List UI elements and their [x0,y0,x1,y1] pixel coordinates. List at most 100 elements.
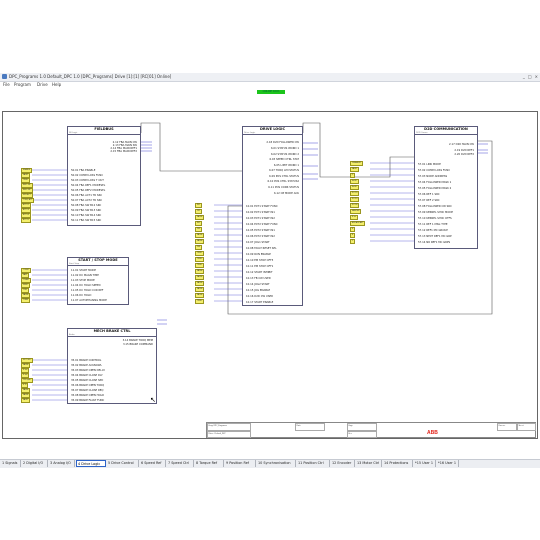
tab-user-16[interactable]: *16 User 1 [437,460,459,467]
fieldbus-input[interactable]: 50.02 COMM LOSS FUNC [71,174,103,177]
param-value-label[interactable]: FALSE [21,388,31,393]
drive-logic-input[interactable]: 10.04 EXT2 START FUNC [246,223,278,226]
drive-logic-output[interactable]: 6.11 POS CORR STATUS [268,186,299,189]
drive-logic-input[interactable]: 10.15 JOG ENABLE [246,289,270,292]
drive-logic-output[interactable]: 6.02 STATUS WORD 2 [271,153,299,156]
drive-logic-output[interactable]: 6.03 SPEED CTRL STAT [269,158,299,161]
d2d-input[interactable]: 57.14 NR REF1 MC GRPS [418,241,450,244]
drive-logic-input[interactable]: 10.14 JOG2 START [246,283,270,286]
param-value-label[interactable]: 1 [350,173,356,178]
tab-synchronisation[interactable]: 10 Synchronisation [257,460,296,467]
param-value-label[interactable]: 0x00 [350,179,359,184]
drive-logic-block[interactable]: DRIVE LOGIC Drive Logic 2.18 D2D FOLLOWE… [242,126,303,306]
param-value-label[interactable]: TRUE [195,263,204,268]
tab-motor-ctrl[interactable]: 13 Motor Ctrl [356,460,382,467]
param-value-label[interactable]: ENABLE [21,168,33,173]
param-value-label[interactable]: FALSE [21,393,31,398]
param-value-label[interactable]: BIT 15 [21,218,31,223]
drive-logic-output[interactable]: 6.10 POS CTRL STATUS2 [267,180,299,183]
mech-brake-input[interactable]: 35.05 BRAKE CLOSE SPD [71,379,103,382]
drive-logic-output[interactable]: 6.07 TORQ LIM STATUS [269,169,299,172]
d2d-input[interactable]: 57.05 FOLLOWER MASK 2 [418,187,451,190]
drive-logic-input[interactable]: 10.02 EXT1 START IN1 [246,211,275,214]
tab-position-ctrl[interactable]: 11 Position Ctrl [297,460,330,467]
param-value-label[interactable]: CONST [21,268,32,273]
maximize-icon[interactable]: □ [528,74,532,79]
tab-speed-ref[interactable]: 6 Speed Ref [140,460,166,467]
param-value-label[interactable]: 0 us [350,215,358,220]
drive-logic-output[interactable]: 6.01 STATUS WORD 1 [271,147,299,150]
param-value-label[interactable]: TRUE [21,178,30,183]
start-stop-input[interactable]: 11.02 DC MAGN TIME [71,274,99,277]
fieldbus-block[interactable]: FIELDBUS FB Logic 2.12 FBA MAIN CW 2.13 … [67,126,141,226]
param-value-label[interactable]: TORQ ACT [21,198,35,203]
mech-brake-input[interactable]: 35.02 BRAKE ACKNOWL [71,364,102,367]
mech-brake-input[interactable]: 35.07 BRAKE CLOSE REQ [71,389,103,392]
param-value-label[interactable]: FALSE [195,215,205,220]
close-icon[interactable]: × [535,74,538,79]
d2d-input[interactable]: 57.13 NEXT REF1 MC GRP [418,235,452,238]
fieldbus-input[interactable]: 50.03 COMM LOSS T OUT [71,179,104,182]
drive-logic-input[interactable]: 10.09 RUN ENABLE [246,253,271,256]
start-stop-input[interactable]: 11.05 DC HOLD CUR REF [71,289,103,292]
tab-encoder[interactable]: 12 Encoder [331,460,355,467]
param-value-label[interactable]: FALSE [195,239,205,244]
param-value-label[interactable]: TRUE [195,299,204,304]
tab-protections[interactable]: 14 Protections [383,460,413,467]
fieldbus-input[interactable]: 50.04 FBA REF1 MODESEL [71,184,105,187]
d2d-input[interactable]: 57.11 REF 1 MSG TYPE [418,223,448,226]
param-value-label[interactable]: BIT 12 [21,203,31,208]
start-stop-input[interactable]: 11.04 DC HOLD SPEED [71,284,101,287]
param-value-label[interactable]: TRUE [195,251,204,256]
param-value-label[interactable]: DI2 [195,227,203,232]
param-value-label[interactable]: SPD ACT [21,193,33,198]
tab-signals[interactable]: 1 Signals [1,460,21,467]
param-value-label[interactable]: MASTER [350,209,362,214]
param-value-label[interactable]: FALSE [195,281,205,286]
drive-logic-input[interactable]: 10.08 FAULT RESET SEL [246,247,277,250]
param-value-label[interactable]: REF1 MC [21,183,33,188]
fieldbus-input[interactable]: 50.05 FBA REF2 MODESEL [71,189,105,192]
param-value-label[interactable]: BROADCAST [350,221,366,226]
param-value-label[interactable]: TRUE [195,257,204,262]
param-value-label[interactable]: FALSE [21,363,31,368]
param-value-label[interactable]: 1 [350,239,356,244]
drive-logic-input[interactable]: 10.16 D2D CW USED [246,295,273,298]
drive-logic-input[interactable]: 10.11 EM STOP OFF1 [246,265,273,268]
param-value-label[interactable]: FALSE [195,287,205,292]
mech-brake-input[interactable]: 35.01 BRAKE CONTROL [71,359,101,362]
param-value-label[interactable]: FAULT [350,167,360,172]
d2d-input[interactable]: 57.10 KERNEL SYNC OFFS [418,217,452,220]
param-value-label[interactable]: P.2.20 [350,197,360,202]
param-value-label[interactable]: P.2.18 [350,203,360,208]
param-value-label[interactable]: DISABLED [350,161,364,166]
d2d-input[interactable]: 57.07 REF 2 SRC [418,199,440,202]
param-value-label[interactable]: DI1 [195,209,203,214]
tab-user-15[interactable]: *15 User 1 [414,460,436,467]
fieldbus-input[interactable]: 50.10 FBA SW B14 SRC [71,214,101,217]
menu-program[interactable]: Program [14,82,31,87]
param-value-label[interactable]: 0 ms [21,373,30,378]
diagram-canvas[interactable]: FIELDBUS FB Logic 2.12 FBA MAIN CW 2.13 … [2,96,538,456]
drive-logic-input[interactable]: 10.17 START ENABLE [246,301,273,304]
param-value-label[interactable]: 0 [350,227,356,232]
d2d-output[interactable]: 2.19 D2D REF1 [454,149,474,152]
d2d-communication-block[interactable]: D2D COMMUNICATION D2D Comm 2.17 D2D MAIN… [414,126,478,249]
tab-digital-io[interactable]: 2 Digital I/O [22,460,48,467]
fieldbus-input[interactable]: 50.01 FBA ENABLE [71,169,95,172]
param-value-label[interactable]: FALSE [21,293,31,298]
tab-speed-ctrl[interactable]: 7 Speed Ctrl [167,460,194,467]
drive-logic-output[interactable]: 6.09 POS CTRL STATUS [269,175,299,178]
menu-help[interactable]: Help [52,82,61,87]
param-value-label[interactable]: BIT 13 [21,208,31,213]
param-value-label[interactable]: FALSE [195,275,205,280]
drive-logic-input[interactable]: 10.03 EXT1 START IN2 [246,217,275,220]
param-value-label[interactable]: NOT SEL [21,358,33,363]
d2d-input[interactable]: 57.03 NODE ADDRESS [418,175,447,178]
param-value-label[interactable]: P.2.19 [350,191,360,196]
tab-torque-ref[interactable]: 8 Torque Ref [195,460,224,467]
param-value-label[interactable]: FALSE [195,233,205,238]
start-stop-input[interactable]: 11.03 STOP MODE [71,279,95,282]
mech-brake-output[interactable]: 3.14 BRAKE TORQ MEM [123,339,153,342]
param-value-label[interactable]: IN1 [195,203,203,208]
